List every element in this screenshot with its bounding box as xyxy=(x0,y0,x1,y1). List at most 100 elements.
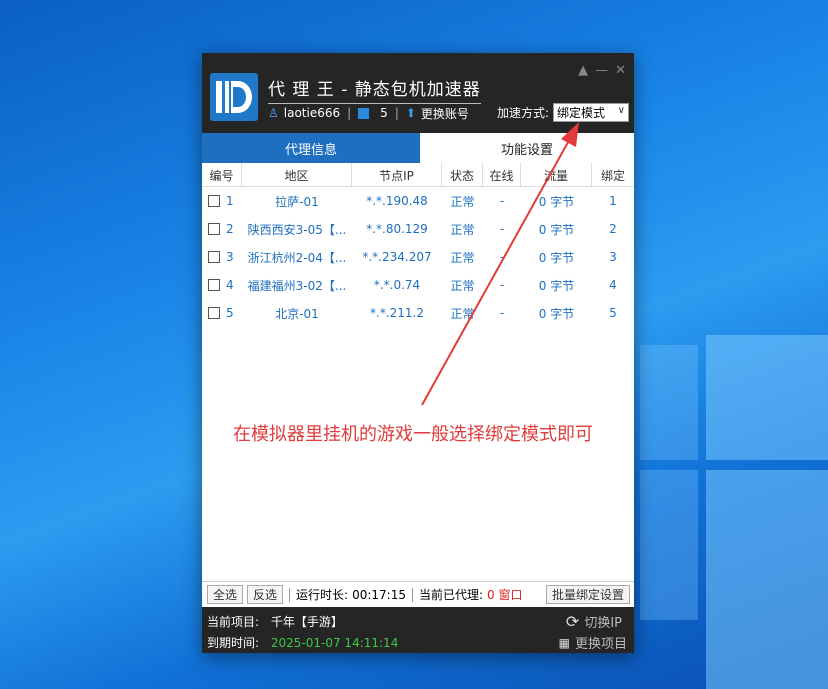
close-icon[interactable]: ✕ xyxy=(615,63,626,78)
row-status: 正常 xyxy=(450,278,475,293)
row-region: 浙江杭州2-04【... xyxy=(247,250,347,265)
row-traffic: 0 字节 xyxy=(538,306,575,321)
row-status: 正常 xyxy=(450,306,475,321)
tab-proxy-info[interactable]: 代理信息 xyxy=(202,133,420,163)
table-row[interactable]: 5 北京-01 *.*.211.2 正常 - 0 字节 5 xyxy=(202,299,634,327)
row-checkbox[interactable] xyxy=(208,307,220,319)
divider: | xyxy=(347,106,352,120)
row-ip: *.*.190.48 xyxy=(366,194,428,208)
user-row: ♙ laotie666 | 5 | ⬆ 更换账号 xyxy=(268,104,469,122)
bulk-bind-button[interactable]: 批量绑定设置 xyxy=(545,585,630,604)
row-num: 5 xyxy=(226,306,234,320)
row-ip: *.*.80.129 xyxy=(366,222,428,236)
row-bind: 4 xyxy=(609,278,617,292)
desktop-logo-pane xyxy=(706,335,828,460)
row-bind: 2 xyxy=(609,222,617,236)
runtime-label: 运行时长: xyxy=(296,588,349,602)
row-online: - xyxy=(499,250,505,264)
row-checkbox[interactable] xyxy=(208,195,220,207)
col-header-status[interactable]: 状态 xyxy=(442,163,483,187)
refresh-icon: ⟳ xyxy=(565,612,580,631)
row-online: - xyxy=(499,222,505,236)
window-count: 5 xyxy=(380,106,388,120)
bottom-bar: 全选 反选 运行时长: 00:17:15 当前已代理: 0 窗口 批量绑定设置 xyxy=(202,581,634,607)
row-num: 3 xyxy=(226,250,234,264)
col-header-bind[interactable]: 绑定 xyxy=(592,163,634,187)
row-ip: *.*.234.207 xyxy=(362,250,432,264)
table-row[interactable]: 4 福建福州3-02【... *.*.0.74 正常 - 0 字节 4 xyxy=(202,271,634,299)
select-all-button[interactable]: 全选 xyxy=(207,585,244,604)
row-num: 4 xyxy=(226,278,234,292)
tab-settings[interactable]: 功能设置 xyxy=(420,133,634,163)
row-num: 2 xyxy=(226,222,234,236)
proxied-label: 当前已代理: xyxy=(418,588,484,602)
expiry-label: 到期时间: xyxy=(207,636,260,650)
title-bar: 代 理 王 - 静态包机加速器 ♙ laotie666 | 5 | ⬆ 更换账号… xyxy=(202,53,634,133)
switch-ip-button[interactable]: ⟳ 切换IP xyxy=(566,612,622,631)
desktop-logo-pane xyxy=(640,345,698,460)
row-num-cell: 2 xyxy=(202,215,242,243)
switch-account-link[interactable]: 更换账号 xyxy=(421,105,469,122)
pin-icon[interactable]: ▲ xyxy=(578,63,588,78)
row-num-cell: 5 xyxy=(202,299,242,327)
window-controls: ▲ — ✕ xyxy=(578,63,626,78)
row-bind: 5 xyxy=(609,306,617,320)
row-num: 1 xyxy=(226,194,234,208)
col-header-online[interactable]: 在线 xyxy=(483,163,521,187)
table-row[interactable]: 2 陕西西安3-05【... *.*.80.129 正常 - 0 字节 2 xyxy=(202,215,634,243)
row-status: 正常 xyxy=(450,194,475,209)
table-body: 1 拉萨-01 *.*.190.48 正常 - 0 字节 1 2 陕西西安3-0… xyxy=(202,187,634,327)
row-ip: *.*.0.74 xyxy=(373,278,421,292)
row-checkbox[interactable] xyxy=(208,223,220,235)
switch-ip-label: 切换IP xyxy=(584,616,622,631)
username: laotie666 xyxy=(283,106,341,120)
col-header-ip[interactable]: 节点IP xyxy=(352,163,442,187)
row-num-cell: 1 xyxy=(202,187,242,215)
row-traffic: 0 字节 xyxy=(538,250,575,265)
logo-icon xyxy=(216,81,252,113)
row-checkbox[interactable] xyxy=(208,279,220,291)
minimize-icon[interactable]: — xyxy=(595,63,608,78)
row-region: 陕西西安3-05【... xyxy=(247,222,347,237)
row-online: - xyxy=(499,194,505,208)
table-row[interactable]: 3 浙江杭州2-04【... *.*.234.207 正常 - 0 字节 3 xyxy=(202,243,634,271)
invert-selection-button[interactable]: 反选 xyxy=(247,585,284,604)
current-project: 当前项目: 千年【手游】 xyxy=(207,613,343,630)
row-status: 正常 xyxy=(450,250,475,265)
runtime-value: 00:17:15 xyxy=(352,587,406,602)
row-region: 福建福州3-02【... xyxy=(247,278,347,293)
footer: 当前项目: 千年【手游】 到期时间: 2025-01-07 14:11:14 ⟳… xyxy=(202,607,634,653)
row-online: - xyxy=(499,278,505,292)
app-window: 代 理 王 - 静态包机加速器 ♙ laotie666 | 5 | ⬆ 更换账号… xyxy=(202,53,634,653)
row-region: 拉萨-01 xyxy=(275,194,319,209)
row-checkbox[interactable] xyxy=(208,251,220,263)
tabs: 代理信息 功能设置 xyxy=(202,133,634,163)
divider: | xyxy=(394,106,399,120)
app-logo xyxy=(210,73,258,121)
row-status: 正常 xyxy=(450,222,475,237)
col-header-traffic[interactable]: 流量 xyxy=(521,163,592,187)
desktop-logo-pane xyxy=(640,470,698,620)
mode-select[interactable]: 绑定模式 ∨ xyxy=(553,103,629,122)
row-traffic: 0 字节 xyxy=(538,278,575,293)
col-header-num[interactable]: 编号 xyxy=(202,163,242,187)
table-row[interactable]: 1 拉萨-01 *.*.190.48 正常 - 0 字节 1 xyxy=(202,187,634,215)
user-icon: ♙ xyxy=(268,106,279,120)
mode-row: 加速方式: 绑定模式 ∨ xyxy=(497,103,629,122)
project-label: 当前项目: xyxy=(207,615,260,629)
expiry: 到期时间: 2025-01-07 14:11:14 xyxy=(207,634,398,651)
grid-icon: ▦ xyxy=(558,635,570,650)
mode-label: 加速方式: xyxy=(496,106,549,120)
row-bind: 1 xyxy=(609,194,617,208)
upload-icon: ⬆ xyxy=(405,106,416,120)
proxied-value: 0 窗口 xyxy=(487,588,523,602)
chevron-down-icon: ∨ xyxy=(617,105,625,116)
row-ip: *.*.211.2 xyxy=(370,306,424,320)
row-online: - xyxy=(499,306,505,320)
app-title: 代 理 王 - 静态包机加速器 xyxy=(268,75,481,104)
window-count-icon xyxy=(358,107,370,119)
row-traffic: 0 字节 xyxy=(538,194,575,209)
col-header-region[interactable]: 地区 xyxy=(242,163,352,187)
expiry-value: 2025-01-07 14:11:14 xyxy=(270,636,399,650)
change-project-button[interactable]: ▦ 更换项目 xyxy=(558,633,627,653)
